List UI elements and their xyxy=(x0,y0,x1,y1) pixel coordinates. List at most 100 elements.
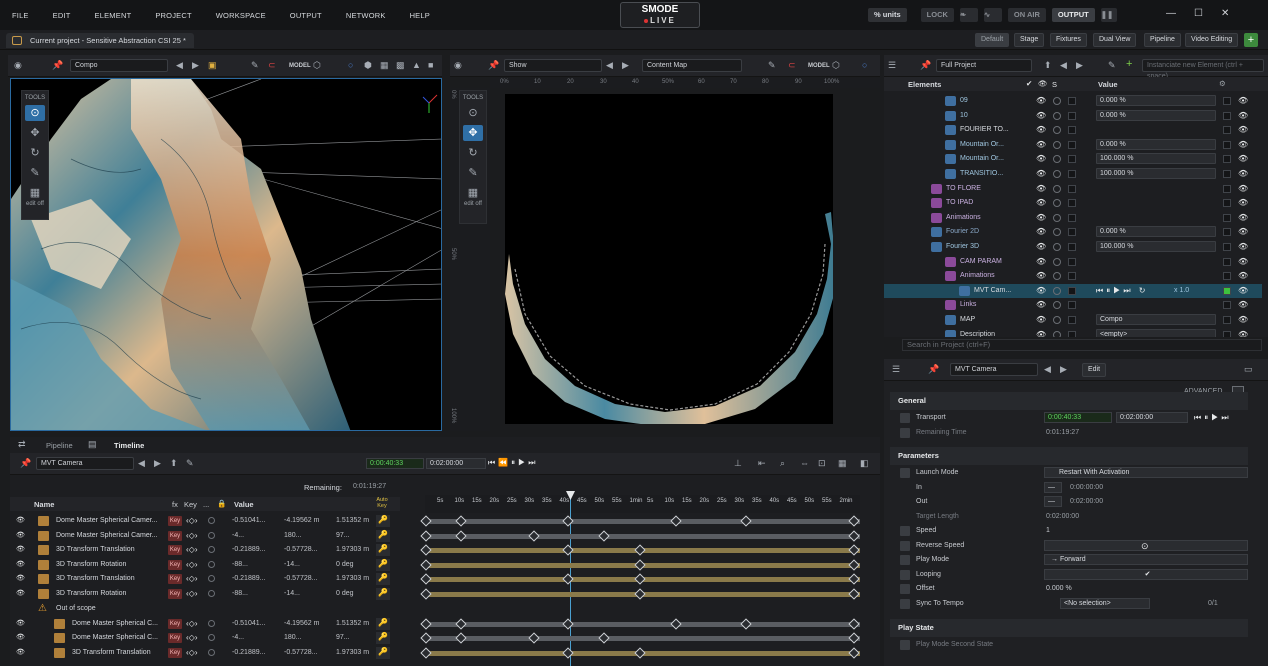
timeline-back-icon[interactable]: ◀ xyxy=(138,458,145,468)
transport-total-field[interactable]: 0:02:00:00 xyxy=(1116,412,1188,423)
key-button[interactable]: Key xyxy=(168,560,182,570)
tree-row-value[interactable]: 100.000 % xyxy=(1096,168,1216,179)
parameters-section-header[interactable]: Parameters xyxy=(890,447,1248,465)
up-arrow-icon[interactable]: ⬆ xyxy=(1044,60,1052,70)
timeline-tool-2-icon[interactable]: ⇤ xyxy=(758,458,766,468)
tree-row[interactable]: Mountain Or... 👁 0.000 % 👁 xyxy=(884,138,1262,153)
auto-key-toggle-icon[interactable]: 🔑 xyxy=(376,588,390,600)
inspector-layout-icon[interactable]: ▭ xyxy=(1244,364,1253,374)
tree-transport-icon[interactable]: ⏮⏸▶⏭ ↻ xyxy=(1096,286,1148,296)
active-toggle[interactable] xyxy=(1223,301,1231,310)
timeline-row[interactable]: 👁 Dome Master Spherical Camer... Key ‹◇› -0.… xyxy=(12,514,400,529)
lock-toggle[interactable]: LOCK xyxy=(920,8,954,22)
preview-eye-icon[interactable]: 👁 xyxy=(1238,213,1248,222)
tree-search-input[interactable]: Search in Project (ctrl+F) xyxy=(902,339,1262,351)
timeline-target-combo[interactable]: MVT Camera xyxy=(36,457,134,470)
model-cube-icon-2[interactable]: ⬡ xyxy=(832,60,840,70)
keyframe-nav-icon[interactable]: ‹◇› xyxy=(186,531,197,540)
tree-row-value[interactable]: 0.000 % xyxy=(1096,109,1216,121)
out-value[interactable]: 0:02:00:00 xyxy=(1070,498,1103,505)
visibility-eye-icon[interactable]: 👁 xyxy=(1036,125,1046,134)
active-toggle[interactable] xyxy=(1223,272,1231,281)
keyframe-nav-icon[interactable]: ‹◇› xyxy=(186,648,197,657)
timeline-eye-icon[interactable]: 👁 xyxy=(16,574,25,582)
visibility-eye-icon[interactable]: 👁 xyxy=(1036,227,1046,236)
key-button[interactable]: Key xyxy=(168,589,182,599)
solo-toggle[interactable] xyxy=(1053,243,1061,251)
timeline-row-value[interactable]: 1.97303 m xyxy=(336,546,369,553)
add-workspace-icon[interactable]: + xyxy=(1244,33,1258,47)
visibility-eye-icon[interactable]: 👁 xyxy=(1036,286,1046,295)
keyframe-track[interactable] xyxy=(425,622,860,627)
ruler-icon-2[interactable]: ✎ xyxy=(768,60,776,70)
timeline-row-value[interactable]: 180... xyxy=(284,532,302,539)
menu-element[interactable]: ELEMENT xyxy=(95,11,132,20)
close-icon[interactable]: ✕ xyxy=(1221,8,1229,19)
timeline-snap-icon[interactable]: ▦ xyxy=(838,458,847,468)
preview-eye-icon[interactable]: 👁 xyxy=(1238,315,1248,324)
active-toggle[interactable] xyxy=(1223,316,1231,324)
lock-dot-toggle[interactable] xyxy=(208,620,215,627)
forward-arrow-icon-2[interactable]: ▶ xyxy=(622,60,629,70)
back-arrow-icon[interactable]: ◀ xyxy=(176,60,183,70)
solo-toggle[interactable] xyxy=(1053,257,1061,266)
solo-toggle[interactable] xyxy=(1053,111,1061,120)
keyframe-nav-icon[interactable]: ‹◇› xyxy=(186,574,197,583)
transport-controls-icon[interactable]: ⏮⏸▶⏭ xyxy=(1194,413,1232,423)
tree-edit-icon[interactable]: ✎ xyxy=(1108,60,1116,70)
solo-toggle[interactable] xyxy=(1053,228,1061,237)
active-toggle[interactable] xyxy=(1223,170,1231,178)
visibility-eye-icon[interactable]: 👁 xyxy=(1036,154,1046,163)
inspector-pin-icon[interactable]: 📌 xyxy=(928,364,939,374)
timeline-zoom-icon[interactable]: ⌕ xyxy=(780,458,785,468)
record-toggle[interactable] xyxy=(1068,243,1076,251)
visibility-eye-icon[interactable]: 👁 xyxy=(1036,198,1046,207)
workspace-video-editing[interactable]: Video Editing xyxy=(1185,33,1239,47)
preview-eye-icon[interactable]: 👁 xyxy=(1238,125,1248,134)
tree-row-value[interactable]: 100.000 % xyxy=(1096,241,1216,252)
visibility-eye-icon[interactable]: 👁 xyxy=(1036,169,1046,178)
active-toggle[interactable] xyxy=(1223,140,1231,149)
timeline-eye-icon[interactable]: 👁 xyxy=(16,648,25,656)
folder-icon[interactable]: ▣ xyxy=(208,60,217,70)
rotate-tool-icon[interactable]: ↻ xyxy=(25,145,45,161)
tree-row[interactable]: TRANSITIO... 👁 100.000 % 👁 xyxy=(884,167,1262,182)
speed-value[interactable]: 1 xyxy=(1046,527,1050,534)
grid-tool-icon-2[interactable]: ▦ xyxy=(463,185,483,201)
grid-icon[interactable]: ▦ xyxy=(380,60,389,70)
lock-dot-toggle[interactable] xyxy=(208,561,215,568)
view-mode-icon-2[interactable]: ◉ xyxy=(454,60,462,70)
timeline-row[interactable]: 👁 3D Transform Translation Key ‹◇› -0.21889.… xyxy=(12,543,400,558)
lock-dot-toggle[interactable] xyxy=(208,590,215,597)
timeline-row-value[interactable]: -14... xyxy=(284,590,300,597)
tree-row[interactable]: 10 👁 0.000 % 👁 xyxy=(884,109,1262,124)
tree-menu-icon[interactable]: ☰ xyxy=(888,60,896,70)
keyframe-track[interactable] xyxy=(425,534,860,539)
timeline-time-field[interactable]: 0:00:40:33 xyxy=(366,458,424,469)
edit-tool-icon-2[interactable]: ✎ xyxy=(463,165,483,181)
record-toggle[interactable] xyxy=(1068,257,1076,266)
visibility-eye-icon[interactable]: 👁 xyxy=(1036,184,1046,193)
lock-dot-toggle[interactable] xyxy=(208,546,215,553)
keyframe-track[interactable] xyxy=(425,636,860,641)
timeline-row-value[interactable]: -88... xyxy=(232,590,248,597)
visibility-eye-icon[interactable]: 👁 xyxy=(1036,271,1046,280)
workspace-dual-view[interactable]: Dual View xyxy=(1093,33,1137,47)
timeline-controls-icon[interactable]: ⏮⏪⏸▶⏭ xyxy=(488,458,539,468)
tree-row-value[interactable]: Compo xyxy=(1096,314,1216,325)
keyframe-nav-icon[interactable]: ‹◇› xyxy=(186,589,197,598)
tree-row-value[interactable]: <empty> xyxy=(1096,328,1216,337)
timeline-row-value[interactable]: -4.19562 m xyxy=(284,620,319,627)
add-element-icon[interactable]: + xyxy=(1126,59,1132,70)
tree-row-value[interactable]: 0.000 % xyxy=(1096,226,1216,238)
solo-toggle[interactable] xyxy=(1053,316,1061,324)
solo-toggle[interactable] xyxy=(1053,155,1061,164)
key-button[interactable]: Key xyxy=(168,648,182,658)
left-viewport-combo[interactable]: Compo xyxy=(70,59,168,72)
key-button[interactable]: Key xyxy=(168,545,182,555)
record-toggle[interactable] xyxy=(1068,97,1076,105)
show-combo[interactable]: Show xyxy=(504,59,602,72)
active-toggle[interactable] xyxy=(1223,199,1231,208)
visibility-eye-icon[interactable]: 👁 xyxy=(1036,330,1046,337)
key-button[interactable]: Key xyxy=(168,516,182,526)
